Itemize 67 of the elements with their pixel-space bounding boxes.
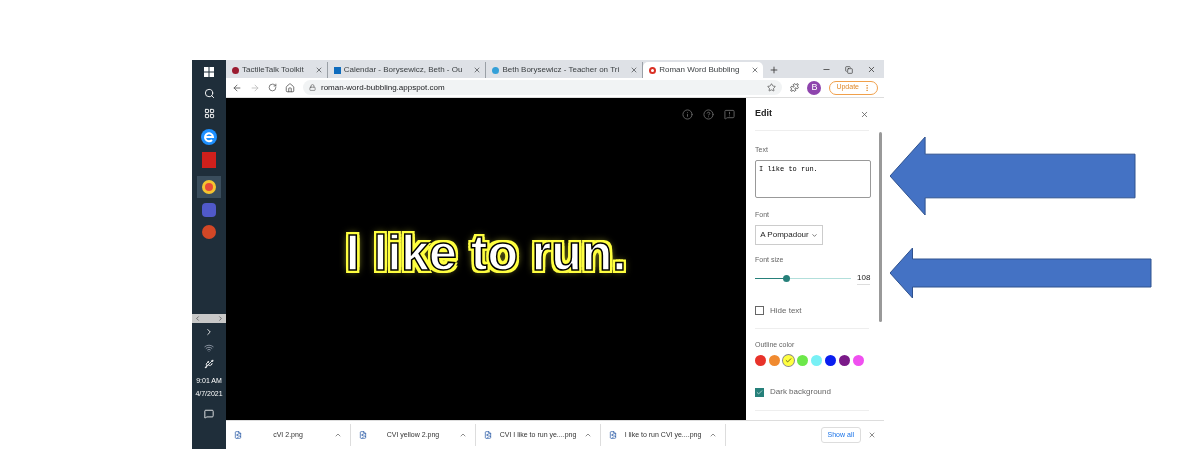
image-file-icon — [359, 431, 367, 439]
tab-favicon-icon — [333, 66, 341, 74]
network-icon[interactable] — [204, 343, 214, 353]
tab-favicon-icon — [492, 66, 500, 74]
active-app-tile[interactable] — [197, 176, 221, 198]
close-icon[interactable] — [314, 66, 323, 74]
color-swatch[interactable] — [825, 355, 836, 366]
chat-app-icon[interactable] — [202, 203, 216, 217]
image-file-icon — [484, 431, 492, 439]
color-swatch[interactable] — [839, 355, 850, 366]
more-icon — [863, 83, 871, 92]
show-hidden-icon[interactable] — [204, 327, 214, 337]
color-swatch[interactable] — [811, 355, 822, 366]
close-icon[interactable] — [867, 65, 876, 74]
checkbox[interactable] — [755, 306, 764, 315]
address-bar[interactable]: roman-word-bubbling.appspot.com — [303, 80, 783, 95]
image-file-icon — [609, 431, 617, 439]
close-icon[interactable] — [750, 66, 759, 74]
close-icon[interactable] — [868, 431, 876, 439]
profile-avatar[interactable]: B — [807, 80, 822, 95]
left-arrow-icon — [890, 137, 1136, 215]
reload-icon[interactable] — [268, 83, 277, 92]
caret-icon[interactable] — [709, 431, 717, 439]
task-view-icon[interactable] — [203, 108, 215, 119]
color-swatch[interactable] — [853, 355, 864, 366]
close-icon[interactable] — [630, 66, 639, 74]
feedback-icon[interactable] — [724, 109, 735, 120]
notifications-icon[interactable] — [204, 409, 214, 419]
device-icon[interactable] — [204, 359, 214, 369]
new-tab-icon[interactable] — [768, 65, 779, 75]
scroll-bar — [192, 314, 226, 323]
browser-tab[interactable]: Roman Word Bubbling — [643, 62, 763, 78]
color-swatch[interactable] — [783, 355, 794, 366]
tab-title: Calendar - Borysewicz, Beth - Ou — [343, 64, 463, 76]
tab-title: Roman Word Bubbling — [659, 64, 740, 76]
checkbox[interactable] — [755, 387, 764, 397]
checkbox-label: Hide text — [770, 304, 802, 317]
caret-icon[interactable] — [334, 431, 342, 439]
info-icon[interactable] — [682, 109, 693, 120]
checkbox-label: Dark background — [770, 386, 831, 398]
close-icon[interactable] — [860, 109, 869, 119]
slider-thumb[interactable] — [783, 274, 791, 282]
left-arrow-icon — [890, 248, 1152, 298]
back-icon[interactable] — [232, 82, 242, 93]
home-icon[interactable] — [285, 82, 295, 93]
image-file-icon — [234, 431, 242, 439]
font-select[interactable]: A Pompadour — [755, 225, 823, 245]
close-icon[interactable] — [473, 66, 482, 74]
tab-title: TactileTalk Toolkit — [242, 64, 304, 76]
tab-favicon-icon — [232, 66, 239, 74]
caret-icon[interactable] — [584, 431, 592, 439]
panel-title: Edit — [755, 107, 772, 121]
help-icon[interactable] — [703, 109, 714, 120]
slides-app-icon[interactable] — [202, 225, 216, 239]
tab-title: Beth Borysewicz - Teacher on Tri — [502, 64, 620, 76]
tab-favicon-icon — [649, 66, 657, 74]
color-swatch[interactable] — [755, 355, 766, 366]
color-swatch[interactable] — [797, 355, 808, 366]
caret-icon[interactable] — [459, 431, 467, 439]
extensions-icon[interactable] — [790, 83, 800, 92]
windows-logo-icon[interactable] — [204, 67, 214, 77]
browser-icon[interactable] — [200, 128, 218, 146]
restore-icon[interactable] — [845, 66, 853, 74]
font-size-value: 108 — [857, 271, 871, 285]
search-icon[interactable] — [203, 88, 215, 99]
color-swatch[interactable] — [769, 355, 780, 366]
caret-icon — [810, 231, 818, 239]
